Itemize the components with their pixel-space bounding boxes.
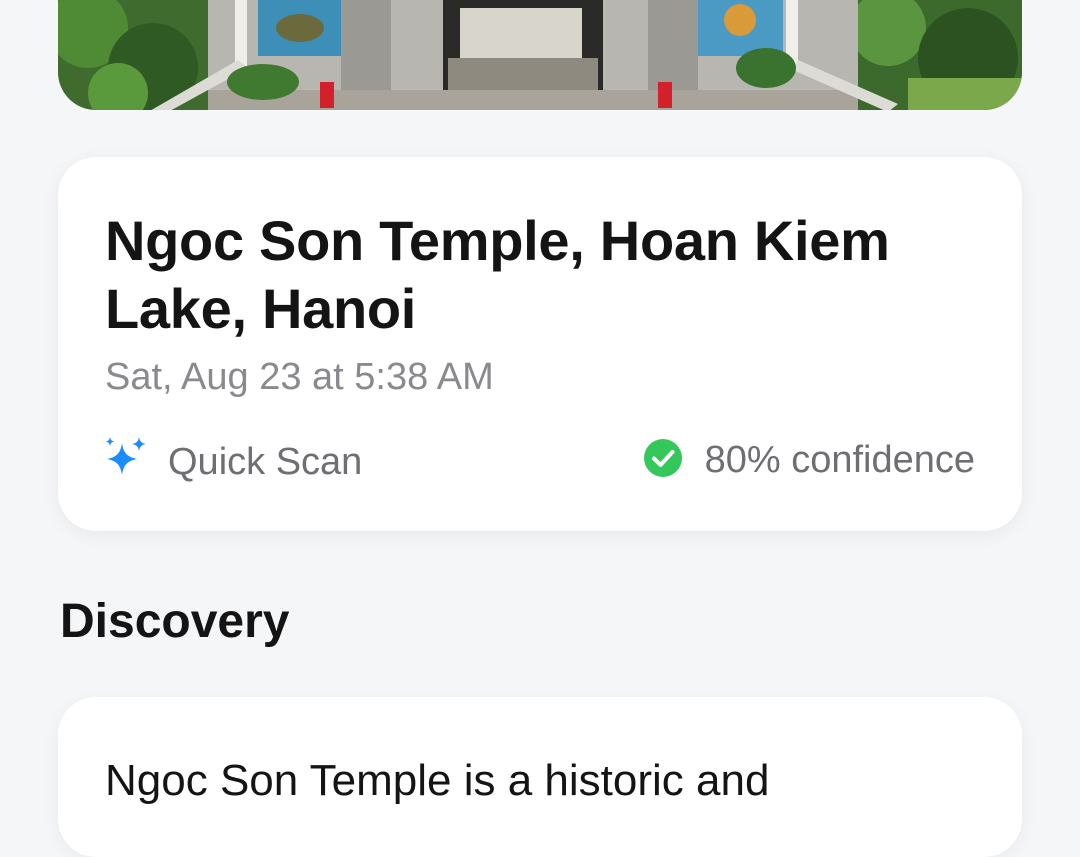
confidence-indicator: 80% confidence bbox=[643, 435, 975, 485]
sparkles-icon bbox=[102, 435, 150, 488]
checkmark-circle-icon bbox=[643, 438, 683, 483]
scan-date: Sat, Aug 23 at 5:38 AM bbox=[105, 356, 494, 398]
confidence-label: 80% confidence bbox=[704, 439, 975, 481]
discovery-card: Ngoc Son Temple is a historic and bbox=[58, 697, 1022, 857]
discovery-text: Ngoc Son Temple is a historic and bbox=[105, 756, 770, 805]
place-card: Ngoc Son Temple, Hoan Kiem Lake, Hanoi S… bbox=[58, 157, 1022, 531]
place-title: Ngoc Son Temple, Hoan Kiem Lake, Hanoi bbox=[105, 209, 890, 340]
scan-type: Quick Scan bbox=[102, 435, 362, 488]
scan-type-label: Quick Scan bbox=[168, 440, 363, 483]
discovery-heading: Discovery bbox=[60, 595, 290, 648]
place-photo bbox=[58, 0, 1022, 110]
